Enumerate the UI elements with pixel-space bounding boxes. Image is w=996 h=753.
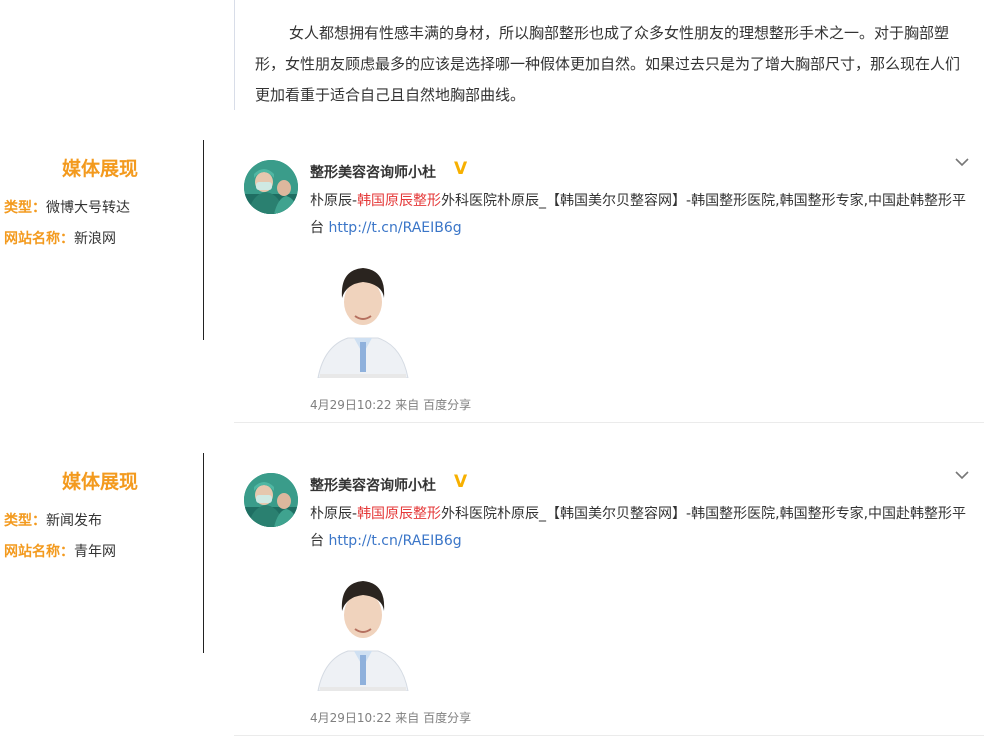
- media-type-row: 类型：微博大号转达: [4, 197, 130, 217]
- type-label: 类型：: [4, 513, 46, 529]
- media-heading: 媒体展现: [62, 158, 139, 180]
- weibo-post-card: 整形美容咨询师小杜 V 朴原辰-韩国原辰整形外科医院朴原辰_【韩国美尔贝整容网】…: [234, 140, 984, 423]
- post-photo[interactable]: [310, 563, 416, 691]
- verified-badge-icon: V: [454, 159, 468, 179]
- intro-article: 女人都想拥有性感丰满的身材，所以胸部整形也成了众多女性朋友的理想整形手术之一。对…: [234, 0, 985, 110]
- site-value: 新浪网: [74, 231, 116, 247]
- post-text-prefix: 朴原辰-: [310, 193, 358, 209]
- post-text: 朴原辰-韩国原辰整形外科医院朴原辰_【韩国美尔贝整容网】-韩国整形医院,韩国整形…: [310, 188, 975, 242]
- verified-badge-icon: V: [454, 472, 468, 492]
- post-url-link[interactable]: http://t.cn/RAEIB6g: [328, 220, 461, 236]
- post-meta: 4月29日10:22 来自 百度分享: [310, 398, 472, 412]
- type-value: 微博大号转达: [46, 200, 130, 216]
- media-heading: 媒体展现: [62, 471, 139, 493]
- post-username[interactable]: 整形美容咨询师小杜: [310, 475, 436, 495]
- type-label: 类型：: [4, 200, 46, 216]
- media-section-2: 媒体展现 类型：新闻发布 网站名称：青年网 整形美容咨询师小杜 V 朴原辰-韩国…: [0, 453, 996, 753]
- media-section-1: 媒体展现 类型：微博大号转达 网站名称：新浪网 整形美容咨询师小杜 V 朴原辰-…: [0, 140, 996, 440]
- media-site-row: 网站名称：青年网: [4, 541, 116, 561]
- type-value: 新闻发布: [46, 513, 102, 529]
- post-photo[interactable]: [310, 250, 416, 378]
- post-text-prefix: 朴原辰-: [310, 506, 358, 522]
- avatar[interactable]: [244, 160, 298, 214]
- media-type-row: 类型：新闻发布: [4, 510, 102, 530]
- site-value: 青年网: [74, 544, 116, 560]
- chevron-down-icon[interactable]: [954, 154, 970, 170]
- chevron-down-icon[interactable]: [954, 467, 970, 483]
- weibo-post-card: 整形美容咨询师小杜 V 朴原辰-韩国原辰整形外科医院朴原辰_【韩国美尔贝整容网】…: [234, 453, 984, 736]
- media-site-row: 网站名称：新浪网: [4, 228, 116, 248]
- card-divider: [234, 735, 984, 736]
- post-highlight-link[interactable]: 韩国原辰整形: [357, 193, 441, 209]
- divider-line: [203, 453, 204, 653]
- post-text: 朴原辰-韩国原辰整形外科医院朴原辰_【韩国美尔贝整容网】-韩国整形医院,韩国整形…: [310, 501, 975, 555]
- post-highlight-link[interactable]: 韩国原辰整形: [357, 506, 441, 522]
- post-username[interactable]: 整形美容咨询师小杜: [310, 162, 436, 182]
- divider-line: [203, 140, 204, 340]
- site-label: 网站名称：: [4, 544, 74, 560]
- post-meta: 4月29日10:22 来自 百度分享: [310, 711, 472, 725]
- site-label: 网站名称：: [4, 231, 74, 247]
- intro-paragraph: 女人都想拥有性感丰满的身材，所以胸部整形也成了众多女性朋友的理想整形手术之一。对…: [255, 24, 961, 104]
- post-url-link[interactable]: http://t.cn/RAEIB6g: [328, 533, 461, 549]
- avatar[interactable]: [244, 473, 298, 527]
- card-divider: [234, 422, 984, 423]
